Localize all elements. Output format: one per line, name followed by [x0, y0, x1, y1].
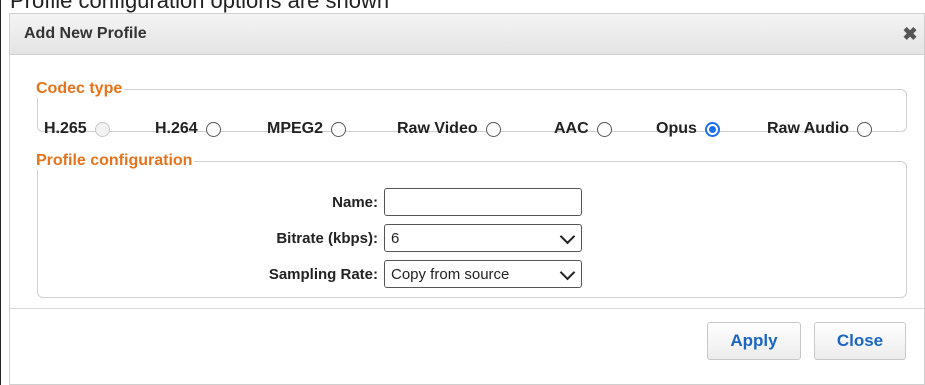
profile-configuration-group: Profile configuration Name: Bitrate (kbp…: [36, 152, 908, 298]
radio-label-h264[interactable]: H.264: [155, 120, 198, 137]
codec-type-group: Codec type H.265 H.264 MPEG2 Raw Video A…: [36, 80, 907, 137]
radio-label-opus[interactable]: Opus: [656, 120, 697, 137]
radio-option-h265: H.265: [44, 120, 110, 138]
radio-opus[interactable]: [704, 121, 720, 137]
radio-option-raw-audio[interactable]: Raw Audio: [767, 120, 873, 138]
name-input[interactable]: [384, 188, 582, 216]
radio-label-raw-audio[interactable]: Raw Audio: [767, 120, 849, 137]
sampling-rate-select[interactable]: Copy from source: [384, 260, 582, 288]
apply-button[interactable]: Apply: [707, 322, 801, 360]
radio-label-aac[interactable]: AAC: [554, 120, 589, 137]
chevron-down-icon: [559, 228, 576, 245]
radio-option-raw-video[interactable]: Raw Video: [397, 120, 501, 138]
background-page-text: Profile configuration options are shown: [10, 0, 390, 13]
radio-raw-audio[interactable]: [857, 121, 873, 137]
radio-label-mpeg2[interactable]: MPEG2: [267, 120, 323, 137]
radio-raw-video[interactable]: [485, 121, 501, 137]
name-row: Name:: [38, 188, 908, 218]
radio-aac[interactable]: [596, 121, 612, 137]
bitrate-label: Bitrate (kbps):: [276, 230, 378, 247]
radio-h265: [94, 121, 110, 137]
name-label: Name:: [332, 194, 378, 211]
radio-mpeg2[interactable]: [331, 121, 347, 137]
sampling-rate-row: Sampling Rate: Copy from source: [38, 260, 908, 290]
sampling-rate-selected-value: Copy from source: [391, 266, 510, 283]
profile-configuration-legend: Profile configuration: [36, 152, 193, 169]
sampling-rate-label: Sampling Rate:: [268, 266, 378, 283]
window-edge: [0, 0, 1, 385]
dialog-titlebar[interactable]: Add New Profile ✖: [10, 14, 924, 55]
bitrate-selected-value: 6: [391, 230, 400, 247]
footer-divider: [10, 308, 924, 309]
bitrate-row: Bitrate (kbps): 6: [38, 224, 908, 254]
radio-option-mpeg2[interactable]: MPEG2: [267, 120, 347, 138]
codec-radio-row: H.265 H.264 MPEG2 Raw Video AAC Opus Raw…: [44, 120, 906, 144]
radio-option-opus[interactable]: Opus: [656, 120, 720, 138]
dialog-title: Add New Profile: [24, 25, 147, 42]
radio-label-h265: H.265: [44, 120, 87, 137]
radio-option-h264[interactable]: H.264: [155, 120, 221, 138]
radio-label-raw-video[interactable]: Raw Video: [397, 120, 478, 137]
radio-option-aac[interactable]: AAC: [554, 120, 612, 138]
add-profile-dialog: Add New Profile ✖ Codec type H.265 H.264…: [9, 13, 925, 385]
radio-h264[interactable]: [205, 121, 221, 137]
close-icon[interactable]: ✖: [902, 25, 918, 43]
codec-type-legend: Codec type: [36, 80, 123, 97]
chevron-down-icon: [559, 264, 576, 281]
bitrate-select[interactable]: 6: [384, 224, 582, 252]
close-button[interactable]: Close: [814, 322, 906, 360]
